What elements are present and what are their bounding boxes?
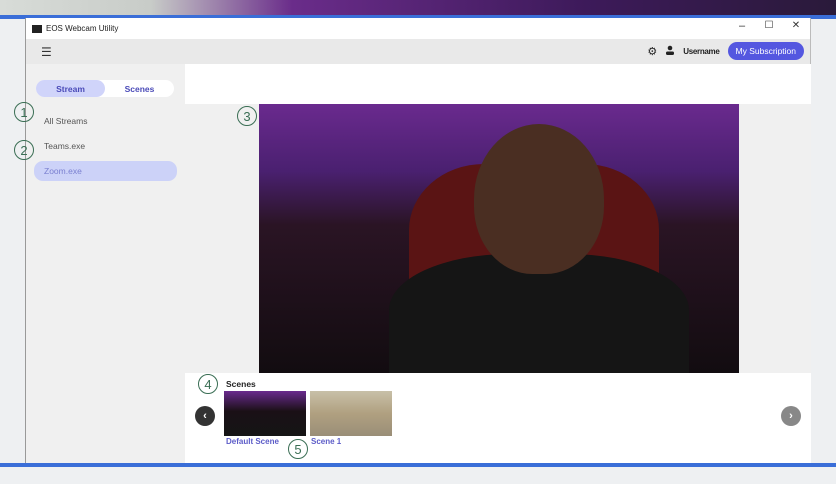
maximize-button[interactable]: ☐ xyxy=(759,20,779,31)
title-bar: EOS Webcam Utility – ☐ ✕ xyxy=(26,18,810,39)
scenes-panel: Scenes ‹ Default Scene Scene 1 › xyxy=(185,373,811,463)
scroll-right-button[interactable]: › xyxy=(781,406,801,426)
minimize-button[interactable]: – xyxy=(732,20,752,32)
callout-5: 5 xyxy=(288,439,308,459)
username-label[interactable]: Username xyxy=(683,47,720,56)
window-title: EOS Webcam Utility xyxy=(46,24,119,33)
tab-stream[interactable]: Stream xyxy=(36,80,105,97)
callout-4: 4 xyxy=(198,374,218,394)
app-icon xyxy=(32,24,42,33)
scene-label-default[interactable]: Default Scene xyxy=(226,437,279,446)
main-panel: Scenes ‹ Default Scene Scene 1 › xyxy=(185,64,811,463)
sidebar-item-zoom[interactable]: Zoom.exe xyxy=(34,161,177,181)
sidebar-tab-switch: Stream Scenes xyxy=(36,80,174,97)
window-border-bottom xyxy=(0,463,836,467)
desktop-background xyxy=(0,0,836,15)
sidebar-item-teams[interactable]: Teams.exe xyxy=(34,136,177,156)
gear-icon[interactable]: ⚙ xyxy=(647,45,657,58)
callout-2: 2 xyxy=(14,140,34,160)
user-icon[interactable] xyxy=(665,45,675,58)
scroll-left-button[interactable]: ‹ xyxy=(195,406,215,426)
my-subscription-button[interactable]: My Subscription xyxy=(727,42,804,60)
video-preview xyxy=(259,104,739,373)
callout-1: 1 xyxy=(14,102,34,122)
callout-3: 3 xyxy=(237,106,257,126)
scenes-title: Scenes xyxy=(226,379,256,389)
app-window: EOS Webcam Utility – ☐ ✕ ☰ ⚙ Username My… xyxy=(25,18,811,463)
scene-thumbnail-default[interactable] xyxy=(224,391,306,436)
scene-label-scene1[interactable]: Scene 1 xyxy=(311,437,341,446)
scene-thumbnail-scene1[interactable] xyxy=(310,391,392,436)
sidebar-item-all-streams[interactable]: All Streams xyxy=(34,111,177,131)
toolbar: ☰ ⚙ Username My Subscription xyxy=(26,39,810,64)
header-band xyxy=(185,64,811,104)
person-head xyxy=(474,124,604,274)
close-button[interactable]: ✕ xyxy=(786,20,806,31)
menu-collapse-icon[interactable]: ☰ xyxy=(41,45,52,59)
tab-scenes[interactable]: Scenes xyxy=(105,80,174,97)
